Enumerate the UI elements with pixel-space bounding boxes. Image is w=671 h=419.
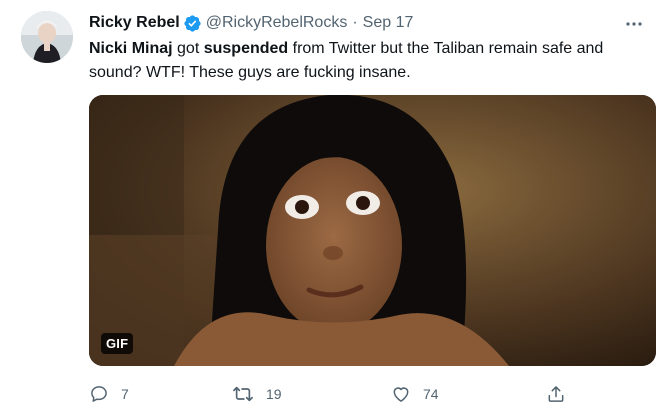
reply-count: 7: [121, 386, 129, 402]
retweet-count: 19: [266, 386, 282, 402]
handle[interactable]: @RickyRebelRocks: [206, 14, 348, 32]
verified-badge-icon: [183, 14, 202, 33]
heart-icon: [391, 384, 411, 404]
tweet[interactable]: Ricky Rebel @RickyRebelRocks · Sep 17 Ni…: [0, 0, 671, 419]
like-button[interactable]: 74: [391, 380, 439, 408]
more-options-icon[interactable]: [624, 14, 644, 34]
retweet-icon: [232, 384, 254, 404]
display-name[interactable]: Ricky Rebel: [89, 14, 180, 32]
retweet-button[interactable]: 19: [232, 380, 282, 408]
like-count: 74: [423, 386, 439, 402]
reply-button[interactable]: 7: [89, 380, 129, 408]
action-bar: 7 19 74: [89, 380, 569, 408]
tweet-header: Ricky Rebel @RickyRebelRocks · Sep 17: [89, 12, 413, 34]
separator-dot: ·: [352, 14, 358, 31]
tweet-text-emphasis: suspended: [203, 40, 289, 57]
share-button[interactable]: [546, 380, 566, 408]
tweet-text-segment: got: [172, 40, 204, 57]
tweet-text: Nicki Minaj got suspended from Twitter b…: [89, 37, 649, 85]
share-icon: [546, 384, 566, 404]
tweet-date[interactable]: Sep 17: [363, 14, 414, 32]
tweet-text-mention: Nicki Minaj: [89, 40, 173, 57]
gif-badge: GIF: [101, 333, 134, 354]
avatar[interactable]: [21, 11, 73, 63]
gif-media[interactable]: GIF: [89, 95, 656, 366]
reply-icon: [89, 384, 109, 404]
